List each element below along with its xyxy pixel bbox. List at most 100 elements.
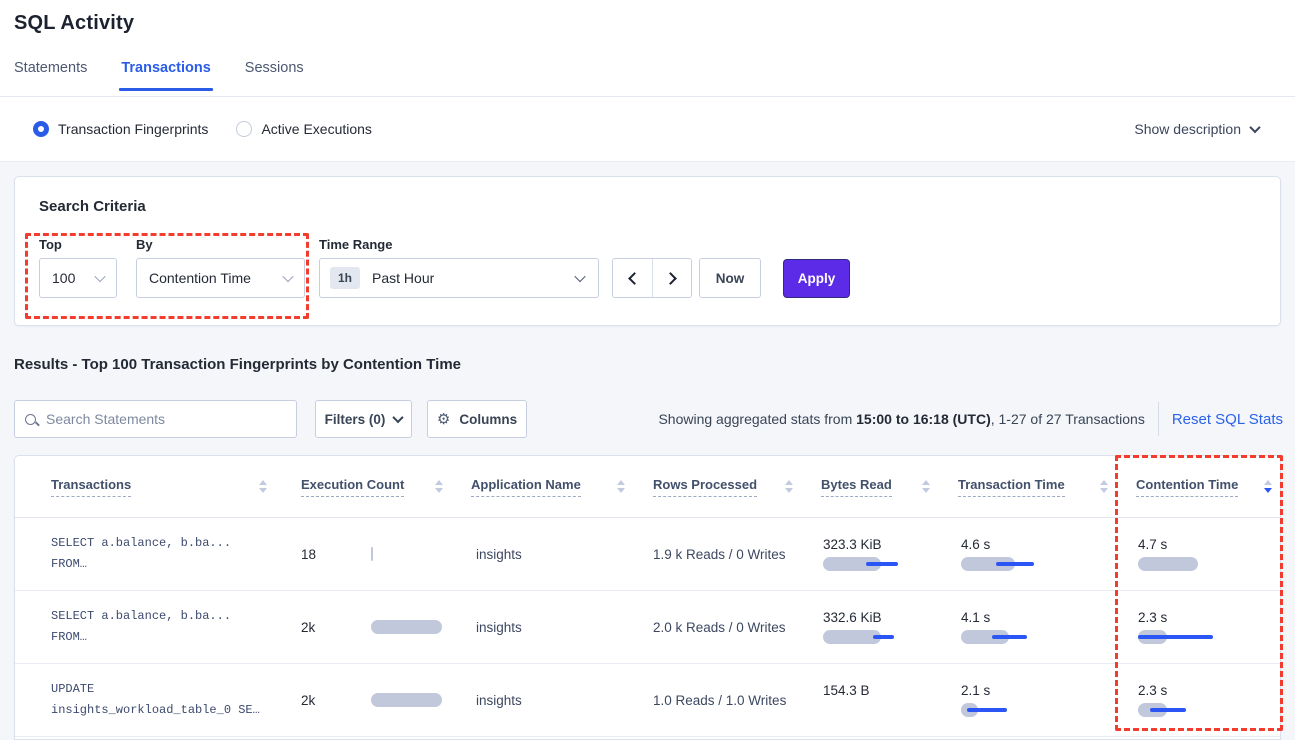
transaction-time-stddev-line	[992, 635, 1027, 639]
columns-label: Columns	[459, 412, 517, 427]
table-header-row: Transactions Execution Count Application…	[15, 456, 1280, 518]
show-description-toggle[interactable]: Show description	[1134, 121, 1259, 137]
chevron-left-icon	[628, 272, 641, 285]
bytes-read-stddev-line	[866, 562, 898, 566]
transaction-fingerprint-cell[interactable]: UPDATEinsights_workload_table_0 SE…	[51, 664, 301, 736]
previous-time-button[interactable]	[613, 259, 652, 297]
transaction-fingerprint-cell[interactable]: SELECT a.balance, b.ba...FROM…	[51, 518, 301, 590]
by-select-value: Contention Time	[149, 270, 251, 286]
search-statements-box	[14, 400, 297, 438]
table-row[interactable]: SELECT a.balance, b.ba...FROM… 18 insigh…	[15, 518, 1280, 591]
header-contention-time[interactable]: Contention Time	[1136, 456, 1280, 517]
time-range-badge: 1h	[330, 267, 360, 289]
view-toggle-row: Transaction Fingerprints Active Executio…	[0, 97, 1295, 162]
by-select[interactable]: Contention Time	[136, 258, 305, 298]
reset-sql-stats-link[interactable]: Reset SQL Stats	[1172, 411, 1283, 428]
transaction-time-cell: 2.1 s	[958, 664, 1136, 736]
sort-icon[interactable]	[435, 480, 443, 493]
search-icon	[25, 414, 36, 425]
tab-statements[interactable]: Statements	[14, 60, 87, 91]
radio-unselected-icon[interactable]	[236, 121, 252, 137]
execution-count-bar	[371, 547, 373, 561]
radio-selected-icon[interactable]	[33, 121, 49, 137]
contention-time-cell: 2.3 s	[1136, 664, 1280, 736]
sql-activity-page: SQL Activity Statements Transactions Ses…	[0, 0, 1295, 740]
transaction-fingerprint-cell[interactable]: SELECT a.balance, b.ba...FROM…	[51, 591, 301, 663]
contention-time-cell: 2.3 s	[1136, 591, 1280, 663]
contention-time-bar	[1138, 557, 1198, 571]
table-row[interactable]: UPDATEinsights_workload_table_0 SE… 2k i…	[15, 664, 1280, 737]
rows-processed-cell: 2.0 k Reads / 0 Writes	[653, 591, 821, 663]
rows-processed-cell: 1.0 Reads / 1.0 Writes	[653, 664, 821, 736]
radio-transaction-fingerprints[interactable]: Transaction Fingerprints	[33, 121, 208, 137]
top-select[interactable]: 100	[39, 258, 117, 298]
apply-button[interactable]: Apply	[783, 259, 850, 298]
execution-count-cell: 18	[301, 518, 471, 590]
aggregated-stats-text: Showing aggregated stats from 15:00 to 1…	[658, 411, 1144, 427]
vertical-divider	[1158, 402, 1159, 436]
radio-label: Transaction Fingerprints	[58, 121, 208, 137]
transaction-time-cell: 4.6 s	[958, 518, 1136, 590]
rows-processed-cell: 1.9 k Reads / 0 Writes	[653, 518, 821, 590]
time-range-select[interactable]: 1h Past Hour	[319, 258, 599, 298]
radio-label: Active Executions	[261, 121, 372, 137]
top-label: Top	[39, 237, 62, 252]
sort-icon[interactable]	[922, 480, 930, 493]
sort-icon-active-desc[interactable]	[1264, 480, 1272, 493]
contention-time-cell: 4.7 s	[1136, 518, 1280, 590]
tab-bar: Statements Transactions Sessions	[14, 60, 304, 91]
header-rows-processed[interactable]: Rows Processed	[653, 456, 821, 517]
results-heading: Results - Top 100 Transaction Fingerprin…	[14, 356, 461, 373]
transaction-time-stddev-line	[996, 562, 1034, 566]
execution-count-cell: 2k	[301, 591, 471, 663]
search-statements-input[interactable]	[46, 411, 286, 427]
contention-time-stddev-line	[1138, 635, 1213, 639]
sort-icon[interactable]	[785, 480, 793, 493]
header-bytes-read[interactable]: Bytes Read	[821, 456, 958, 517]
filters-label: Filters (0)	[325, 412, 386, 427]
bytes-read-stddev-line	[873, 635, 894, 639]
time-range-label: Time Range	[319, 237, 392, 252]
page-title: SQL Activity	[14, 12, 134, 35]
sort-icon[interactable]	[1100, 480, 1108, 493]
time-range-value: Past Hour	[372, 270, 434, 286]
tab-transactions[interactable]: Transactions	[121, 60, 210, 91]
application-name-cell: insights	[471, 664, 653, 736]
table-row[interactable]: SELECT a.balance, b.ba...FROM… 2k insigh…	[15, 591, 1280, 664]
gear-icon: ⚙	[437, 412, 450, 427]
top-select-value: 100	[52, 270, 75, 286]
execution-count-bar	[371, 620, 442, 634]
bytes-read-cell: 323.3 KiB	[821, 518, 958, 590]
stats-area: Showing aggregated stats from 15:00 to 1…	[658, 400, 1283, 438]
chevron-down-icon	[393, 412, 404, 423]
application-name-cell: insights	[471, 591, 653, 663]
bytes-read-cell: 154.3 B	[821, 664, 958, 736]
tab-sessions[interactable]: Sessions	[245, 60, 304, 91]
search-criteria-heading: Search Criteria	[39, 198, 146, 215]
chevron-down-icon	[94, 271, 105, 282]
now-button[interactable]: Now	[699, 258, 761, 298]
filters-button[interactable]: Filters (0)	[315, 400, 412, 438]
contention-time-stddev-line	[1150, 708, 1186, 712]
show-description-label: Show description	[1134, 121, 1241, 137]
chevron-down-icon	[1249, 122, 1260, 133]
application-name-cell: insights	[471, 518, 653, 590]
execution-count-bar	[371, 693, 442, 707]
header-application-name[interactable]: Application Name	[471, 456, 653, 517]
columns-button[interactable]: ⚙ Columns	[427, 400, 527, 438]
radio-active-executions[interactable]: Active Executions	[236, 121, 372, 137]
sort-icon[interactable]	[259, 480, 267, 493]
transaction-time-cell: 4.1 s	[958, 591, 1136, 663]
header-execution-count[interactable]: Execution Count	[301, 456, 471, 517]
bytes-read-cell: 332.6 KiB	[821, 591, 958, 663]
header-transaction-time[interactable]: Transaction Time	[958, 456, 1136, 517]
chevron-right-icon	[664, 272, 677, 285]
transactions-table: Transactions Execution Count Application…	[14, 455, 1281, 740]
sort-icon[interactable]	[617, 480, 625, 493]
chevron-down-icon	[282, 271, 293, 282]
chevron-down-icon	[574, 271, 585, 282]
by-label: By	[136, 237, 153, 252]
execution-count-cell: 2k	[301, 664, 471, 736]
next-time-button[interactable]	[652, 259, 691, 297]
header-transactions[interactable]: Transactions	[51, 456, 301, 517]
